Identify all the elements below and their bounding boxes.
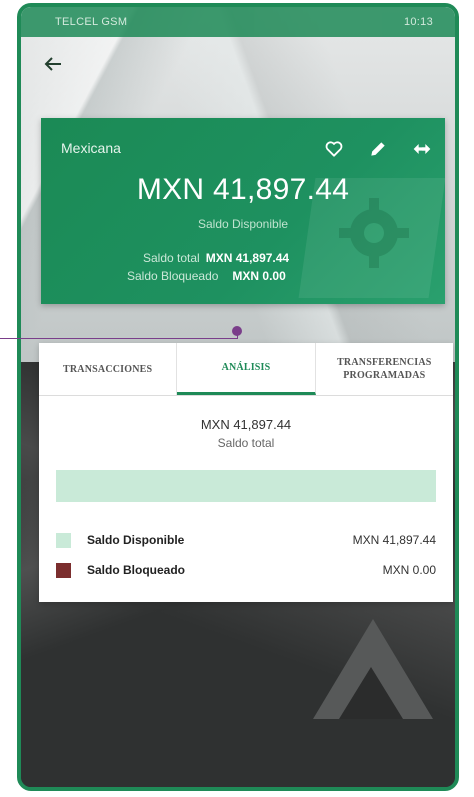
tab-transacciones[interactable]: TRANSACCIONES <box>39 343 178 395</box>
blocked-balance-row: Saldo Bloqueado MXN 0.00 <box>127 269 286 283</box>
total-balance-value: MXN 41,897.44 <box>205 251 290 265</box>
clock: 10:13 <box>403 16 433 28</box>
background-triangle-inner <box>339 667 403 719</box>
callout-dot <box>232 326 242 336</box>
transfer-glyph <box>413 144 431 154</box>
back-arrow-icon[interactable] <box>39 53 67 81</box>
pencil-icon[interactable] <box>367 138 389 160</box>
card-actions <box>323 138 433 160</box>
pencil-glyph <box>371 142 385 156</box>
available-balance: MXN 41,897.44 <box>136 173 350 206</box>
analysis-total-label: Saldo total <box>217 436 275 450</box>
analysis-panel: TRANSACCIONES ANÁLISIS TRANSFERENCIAS PR… <box>39 343 453 602</box>
phone-frame: TELCEL GSM 10:13 Mexicana MXN 41,897.44 … <box>17 3 459 791</box>
blocked-balance-value: MXN 0.00 <box>232 269 286 283</box>
tab-transferencias-programadas[interactable]: TRANSFERENCIAS PROGRAMADAS <box>316 343 453 395</box>
legend-swatch-available <box>56 532 71 548</box>
analysis-total-amount: MXN 41,897.44 <box>200 417 292 432</box>
legend-value-available: MXN 41,897.44 <box>352 533 436 547</box>
tab-bar: TRANSACCIONES ANÁLISIS TRANSFERENCIAS PR… <box>39 343 453 396</box>
account-card: Mexicana MXN 41,897.44 Saldo Disponible <box>41 118 445 304</box>
back-arrow-glyph <box>44 57 61 71</box>
callout-line <box>0 338 238 339</box>
blocked-balance-label: Saldo Bloqueado <box>127 269 219 283</box>
available-balance-label: Saldo Disponible <box>197 217 289 231</box>
transfer-icon[interactable] <box>411 138 433 160</box>
legend-swatch-blocked <box>56 562 71 578</box>
tab-analisis[interactable]: ANÁLISIS <box>177 343 316 395</box>
balance-bar <box>56 470 436 502</box>
legend-item-blocked: Saldo Bloqueado MXN 0.00 <box>56 560 436 580</box>
heart-glyph <box>325 141 343 157</box>
legend-value-blocked: MXN 0.00 <box>382 563 436 577</box>
legend-name-blocked: Saldo Bloqueado <box>87 563 186 577</box>
status-bar: TELCEL GSM 10:13 <box>21 7 455 37</box>
gear-icon <box>339 198 409 268</box>
heart-icon[interactable] <box>323 138 345 160</box>
carrier-label: TELCEL GSM <box>55 16 128 28</box>
balance-bar-available <box>56 470 436 502</box>
account-name: Mexicana <box>61 140 121 156</box>
legend-item-available: Saldo Disponible MXN 41,897.44 <box>56 530 436 550</box>
total-balance-row: Saldo total MXN 41,897.44 <box>143 251 289 265</box>
legend-name-available: Saldo Disponible <box>87 533 185 547</box>
total-balance-label: Saldo total <box>143 251 200 265</box>
